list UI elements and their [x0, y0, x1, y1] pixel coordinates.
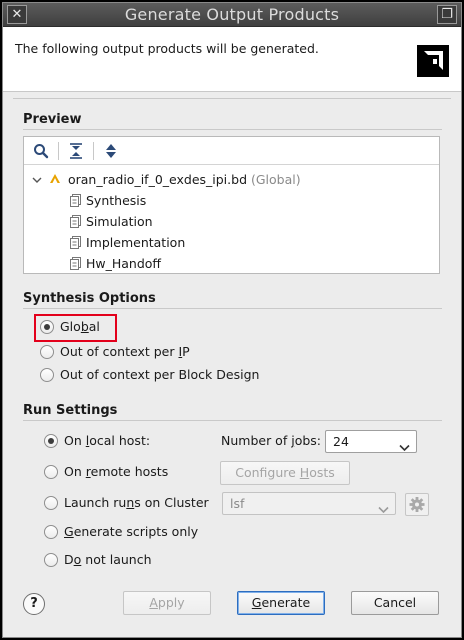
jobs-value: 24 — [333, 434, 349, 449]
radio-launch-runs-on-cluster[interactable]: Launch runs on Cluster — [44, 493, 209, 513]
preview-section-line — [23, 129, 442, 130]
collapse-all-icon[interactable] — [67, 142, 85, 160]
amd-logo-icon — [417, 45, 449, 77]
radio-label: On — [64, 433, 86, 448]
run-settings-section-line — [23, 420, 442, 421]
radio-label: D — [64, 552, 74, 567]
title-bar: ✕ Generate Output Products ❐ — [3, 3, 461, 27]
button-label: pply — [157, 595, 185, 610]
radio-button[interactable] — [40, 345, 54, 359]
window-title: Generate Output Products — [124, 5, 340, 24]
mnemonic: H — [299, 465, 310, 480]
radio-label: ocal host: — [89, 433, 151, 448]
mnemonic: G — [64, 524, 74, 539]
radio-label: Out of context per — [60, 344, 179, 359]
radio-on-local-host[interactable]: On local host: — [44, 431, 150, 451]
generate-button[interactable]: Generate — [237, 591, 325, 615]
block-design-icon — [46, 172, 68, 187]
radio-label: emote hosts — [90, 464, 169, 479]
cluster-value: lsf — [230, 496, 245, 511]
radio-label: not launch — [81, 552, 152, 567]
radio-button[interactable] — [40, 320, 54, 334]
number-of-jobs-label: Number of jobs: — [221, 431, 321, 451]
radio-do-not-launch[interactable]: Do not launch — [44, 550, 152, 570]
tree-child-label: Implementation — [86, 235, 186, 250]
tree-child-row[interactable]: Hw_Handoff — [70, 254, 161, 274]
radio-button[interactable] — [44, 525, 58, 539]
cluster-select[interactable]: lsf — [222, 492, 396, 515]
toolbar-separator — [93, 142, 94, 160]
header-separator — [13, 98, 451, 99]
radio-button[interactable] — [44, 553, 58, 567]
radio-label: Launch ru — [64, 495, 127, 510]
radio-out-of-context-per-ip[interactable]: Out of context per IP — [40, 342, 190, 362]
radio-label: s on Cluster — [134, 495, 209, 510]
radio-label: enerate scripts only — [73, 524, 199, 539]
apply-button[interactable]: Apply — [123, 591, 211, 615]
radio-label: Out of context per Block Design — [60, 367, 260, 382]
mnemonic: A — [149, 595, 158, 610]
radio-button[interactable] — [40, 368, 54, 382]
help-button[interactable]: ? — [23, 593, 45, 615]
tree-child-row[interactable]: Implementation — [70, 233, 185, 253]
dialog-window: ✕ Generate Output Products ❐ The followi… — [2, 2, 462, 638]
configure-hosts-button[interactable]: Configure Hosts — [220, 461, 350, 485]
button-label: osts — [309, 465, 335, 480]
synthesis-section-line — [23, 308, 442, 309]
label-text: Number of — [221, 433, 292, 448]
button-label: enerate — [261, 595, 311, 610]
gear-icon — [406, 497, 428, 518]
chevron-down-icon — [399, 437, 410, 452]
document-icon — [70, 214, 82, 228]
radio-button[interactable] — [44, 465, 58, 479]
header-description: The following output products will be ge… — [15, 41, 319, 56]
tree-child-label: Synthesis — [86, 193, 147, 208]
document-icon — [70, 256, 82, 270]
cancel-button[interactable]: Cancel — [351, 591, 439, 615]
search-icon[interactable] — [32, 142, 50, 160]
toolbar-separator — [58, 142, 59, 160]
chevron-down-icon — [378, 499, 389, 514]
run-settings-title: Run Settings — [23, 403, 118, 418]
maximize-window-button[interactable]: ❐ — [437, 5, 457, 24]
chevron-down-icon[interactable] — [32, 172, 46, 187]
synthesis-options-title: Synthesis Options — [23, 291, 156, 306]
radio-label: On — [64, 464, 86, 479]
expand-all-icon[interactable] — [102, 142, 120, 160]
radio-global[interactable]: Global — [40, 317, 100, 337]
help-icon: ? — [30, 596, 38, 611]
radio-label: P — [182, 344, 190, 359]
tree-root-label: oran_radio_if_0_exdes_ipi.bd — [67, 172, 247, 187]
radio-button[interactable] — [44, 434, 58, 448]
dialog-header: The following output products will be ge… — [3, 27, 461, 92]
radio-button[interactable] — [44, 496, 58, 510]
radio-out-of-context-per-block-design[interactable]: Out of context per Block Design — [40, 365, 259, 385]
tree-child-label: Simulation — [86, 214, 153, 229]
radio-generate-scripts-only[interactable]: Generate scripts only — [44, 522, 198, 542]
tree-child-label: Hw_Handoff — [86, 256, 162, 271]
button-label: Cancel — [373, 595, 417, 610]
cluster-settings-button[interactable] — [405, 493, 429, 516]
maximize-icon: ❐ — [441, 7, 453, 22]
radio-on-remote-hosts[interactable]: On remote hosts — [44, 462, 168, 482]
tree-child-row[interactable]: Synthesis — [70, 191, 146, 211]
number-of-jobs-select[interactable]: 24 — [325, 430, 417, 453]
radio-label: al — [88, 319, 100, 334]
preview-section-title: Preview — [23, 112, 82, 127]
mnemonic: b — [80, 319, 89, 334]
document-icon — [70, 193, 82, 207]
preview-toolbar — [24, 137, 439, 165]
document-icon — [70, 235, 82, 249]
label-text: obs: — [294, 433, 322, 448]
tree-root-hint: (Global) — [250, 172, 301, 187]
tree-root-row[interactable]: oran_radio_if_0_exdes_ipi.bd (Global) — [32, 170, 301, 190]
radio-label: Glo — [60, 319, 81, 334]
preview-panel: oran_radio_if_0_exdes_ipi.bd (Global) Sy… — [23, 136, 440, 274]
button-label: Configure — [235, 465, 300, 480]
tree-child-row[interactable]: Simulation — [70, 212, 153, 232]
